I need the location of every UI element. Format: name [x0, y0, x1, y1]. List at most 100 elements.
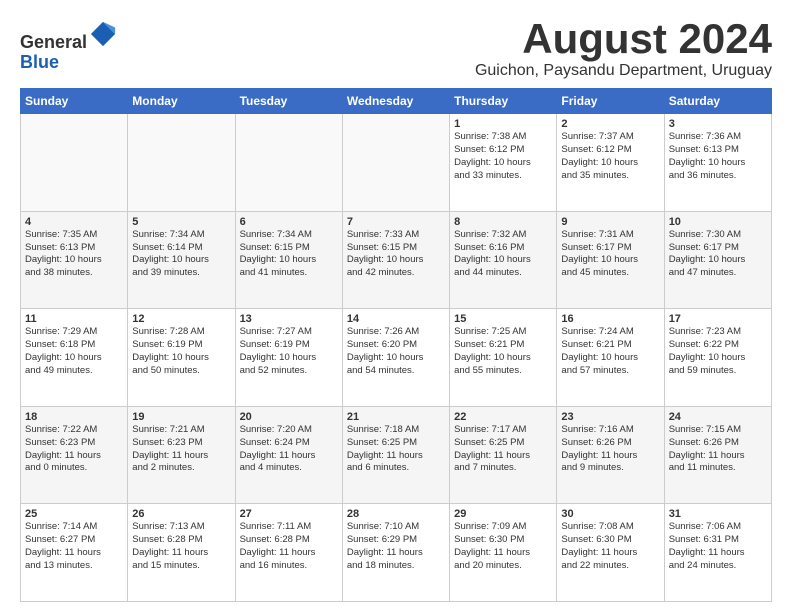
- calendar-week-row: 11Sunrise: 7:29 AMSunset: 6:18 PMDayligh…: [21, 309, 772, 407]
- day-info: Sunrise: 7:10 AMSunset: 6:29 PMDaylight:…: [347, 521, 445, 572]
- weekday-header: Wednesday: [342, 89, 449, 114]
- weekday-header: Thursday: [450, 89, 557, 114]
- day-number: 1: [454, 118, 552, 130]
- day-info: Sunrise: 7:22 AMSunset: 6:23 PMDaylight:…: [25, 424, 123, 475]
- day-info: Sunrise: 7:31 AMSunset: 6:17 PMDaylight:…: [561, 229, 659, 280]
- calendar-day-cell: 11Sunrise: 7:29 AMSunset: 6:18 PMDayligh…: [21, 309, 128, 407]
- day-info: Sunrise: 7:08 AMSunset: 6:30 PMDaylight:…: [561, 521, 659, 572]
- calendar-body: 1Sunrise: 7:38 AMSunset: 6:12 PMDaylight…: [21, 114, 772, 602]
- calendar-day-cell: 19Sunrise: 7:21 AMSunset: 6:23 PMDayligh…: [128, 406, 235, 504]
- day-number: 6: [240, 216, 338, 228]
- day-number: 3: [669, 118, 767, 130]
- day-number: 5: [132, 216, 230, 228]
- calendar-day-cell: 2Sunrise: 7:37 AMSunset: 6:12 PMDaylight…: [557, 114, 664, 212]
- calendar-day-cell: 4Sunrise: 7:35 AMSunset: 6:13 PMDaylight…: [21, 211, 128, 309]
- calendar-day-cell: 17Sunrise: 7:23 AMSunset: 6:22 PMDayligh…: [664, 309, 771, 407]
- calendar-day-cell: [21, 114, 128, 212]
- day-info: Sunrise: 7:11 AMSunset: 6:28 PMDaylight:…: [240, 521, 338, 572]
- month-title: August 2024: [475, 16, 772, 62]
- day-info: Sunrise: 7:25 AMSunset: 6:21 PMDaylight:…: [454, 326, 552, 377]
- day-info: Sunrise: 7:24 AMSunset: 6:21 PMDaylight:…: [561, 326, 659, 377]
- calendar-day-cell: 20Sunrise: 7:20 AMSunset: 6:24 PMDayligh…: [235, 406, 342, 504]
- day-number: 17: [669, 313, 767, 325]
- calendar-day-cell: 24Sunrise: 7:15 AMSunset: 6:26 PMDayligh…: [664, 406, 771, 504]
- calendar-day-cell: 22Sunrise: 7:17 AMSunset: 6:25 PMDayligh…: [450, 406, 557, 504]
- day-info: Sunrise: 7:15 AMSunset: 6:26 PMDaylight:…: [669, 424, 767, 475]
- day-info: Sunrise: 7:09 AMSunset: 6:30 PMDaylight:…: [454, 521, 552, 572]
- day-info: Sunrise: 7:32 AMSunset: 6:16 PMDaylight:…: [454, 229, 552, 280]
- day-info: Sunrise: 7:36 AMSunset: 6:13 PMDaylight:…: [669, 131, 767, 182]
- calendar-day-cell: 25Sunrise: 7:14 AMSunset: 6:27 PMDayligh…: [21, 504, 128, 602]
- day-info: Sunrise: 7:34 AMSunset: 6:14 PMDaylight:…: [132, 229, 230, 280]
- calendar-day-cell: 7Sunrise: 7:33 AMSunset: 6:15 PMDaylight…: [342, 211, 449, 309]
- day-info: Sunrise: 7:17 AMSunset: 6:25 PMDaylight:…: [454, 424, 552, 475]
- day-number: 28: [347, 508, 445, 520]
- day-info: Sunrise: 7:27 AMSunset: 6:19 PMDaylight:…: [240, 326, 338, 377]
- calendar-week-row: 1Sunrise: 7:38 AMSunset: 6:12 PMDaylight…: [21, 114, 772, 212]
- calendar-day-cell: 8Sunrise: 7:32 AMSunset: 6:16 PMDaylight…: [450, 211, 557, 309]
- day-number: 29: [454, 508, 552, 520]
- day-number: 4: [25, 216, 123, 228]
- day-info: Sunrise: 7:20 AMSunset: 6:24 PMDaylight:…: [240, 424, 338, 475]
- calendar-day-cell: 30Sunrise: 7:08 AMSunset: 6:30 PMDayligh…: [557, 504, 664, 602]
- calendar-day-cell: [128, 114, 235, 212]
- day-number: 7: [347, 216, 445, 228]
- calendar-day-cell: 28Sunrise: 7:10 AMSunset: 6:29 PMDayligh…: [342, 504, 449, 602]
- calendar-day-cell: 9Sunrise: 7:31 AMSunset: 6:17 PMDaylight…: [557, 211, 664, 309]
- calendar-week-row: 4Sunrise: 7:35 AMSunset: 6:13 PMDaylight…: [21, 211, 772, 309]
- day-number: 19: [132, 411, 230, 423]
- calendar-day-cell: 13Sunrise: 7:27 AMSunset: 6:19 PMDayligh…: [235, 309, 342, 407]
- day-info: Sunrise: 7:33 AMSunset: 6:15 PMDaylight:…: [347, 229, 445, 280]
- day-number: 13: [240, 313, 338, 325]
- header: General Blue August 2024 Guichon, Paysan…: [20, 16, 772, 80]
- weekday-header: Tuesday: [235, 89, 342, 114]
- day-number: 12: [132, 313, 230, 325]
- logo-icon: [89, 20, 117, 48]
- calendar-day-cell: 16Sunrise: 7:24 AMSunset: 6:21 PMDayligh…: [557, 309, 664, 407]
- calendar-week-row: 18Sunrise: 7:22 AMSunset: 6:23 PMDayligh…: [21, 406, 772, 504]
- logo-blue-text: Blue: [20, 52, 59, 72]
- location-title: Guichon, Paysandu Department, Uruguay: [475, 62, 772, 80]
- day-info: Sunrise: 7:38 AMSunset: 6:12 PMDaylight:…: [454, 131, 552, 182]
- day-info: Sunrise: 7:28 AMSunset: 6:19 PMDaylight:…: [132, 326, 230, 377]
- day-number: 25: [25, 508, 123, 520]
- day-number: 26: [132, 508, 230, 520]
- weekday-header: Saturday: [664, 89, 771, 114]
- calendar-day-cell: 1Sunrise: 7:38 AMSunset: 6:12 PMDaylight…: [450, 114, 557, 212]
- calendar-header: SundayMondayTuesdayWednesdayThursdayFrid…: [21, 89, 772, 114]
- calendar-day-cell: 18Sunrise: 7:22 AMSunset: 6:23 PMDayligh…: [21, 406, 128, 504]
- day-info: Sunrise: 7:30 AMSunset: 6:17 PMDaylight:…: [669, 229, 767, 280]
- day-info: Sunrise: 7:23 AMSunset: 6:22 PMDaylight:…: [669, 326, 767, 377]
- day-info: Sunrise: 7:06 AMSunset: 6:31 PMDaylight:…: [669, 521, 767, 572]
- day-number: 16: [561, 313, 659, 325]
- day-number: 10: [669, 216, 767, 228]
- calendar-day-cell: 26Sunrise: 7:13 AMSunset: 6:28 PMDayligh…: [128, 504, 235, 602]
- day-number: 11: [25, 313, 123, 325]
- day-number: 31: [669, 508, 767, 520]
- weekday-header: Monday: [128, 89, 235, 114]
- calendar-day-cell: 29Sunrise: 7:09 AMSunset: 6:30 PMDayligh…: [450, 504, 557, 602]
- calendar-day-cell: 15Sunrise: 7:25 AMSunset: 6:21 PMDayligh…: [450, 309, 557, 407]
- day-number: 21: [347, 411, 445, 423]
- day-number: 27: [240, 508, 338, 520]
- day-number: 30: [561, 508, 659, 520]
- day-info: Sunrise: 7:26 AMSunset: 6:20 PMDaylight:…: [347, 326, 445, 377]
- day-number: 20: [240, 411, 338, 423]
- day-info: Sunrise: 7:18 AMSunset: 6:25 PMDaylight:…: [347, 424, 445, 475]
- calendar-day-cell: [342, 114, 449, 212]
- logo-general-text: General: [20, 32, 87, 52]
- weekday-header: Friday: [557, 89, 664, 114]
- day-info: Sunrise: 7:13 AMSunset: 6:28 PMDaylight:…: [132, 521, 230, 572]
- calendar-day-cell: 3Sunrise: 7:36 AMSunset: 6:13 PMDaylight…: [664, 114, 771, 212]
- day-number: 24: [669, 411, 767, 423]
- day-number: 15: [454, 313, 552, 325]
- day-info: Sunrise: 7:16 AMSunset: 6:26 PMDaylight:…: [561, 424, 659, 475]
- calendar-day-cell: 12Sunrise: 7:28 AMSunset: 6:19 PMDayligh…: [128, 309, 235, 407]
- calendar-table: SundayMondayTuesdayWednesdayThursdayFrid…: [20, 88, 772, 602]
- day-info: Sunrise: 7:14 AMSunset: 6:27 PMDaylight:…: [25, 521, 123, 572]
- day-number: 2: [561, 118, 659, 130]
- weekday-header: Sunday: [21, 89, 128, 114]
- calendar-day-cell: 14Sunrise: 7:26 AMSunset: 6:20 PMDayligh…: [342, 309, 449, 407]
- calendar-day-cell: 23Sunrise: 7:16 AMSunset: 6:26 PMDayligh…: [557, 406, 664, 504]
- day-number: 18: [25, 411, 123, 423]
